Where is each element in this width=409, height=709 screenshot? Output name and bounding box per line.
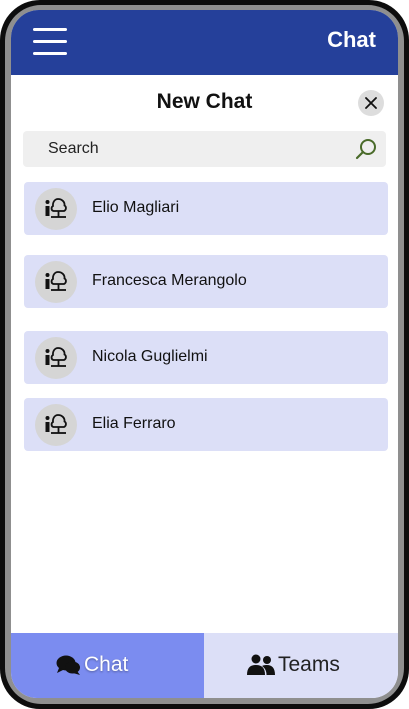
dialog-title: New Chat: [156, 90, 253, 113]
avatar: [35, 261, 77, 303]
contact-name: Elio Magliari: [92, 199, 180, 216]
close-icon: [365, 97, 377, 109]
person-tree-icon: [45, 414, 67, 434]
hamburger-menu-icon[interactable]: [33, 27, 67, 57]
close-button[interactable]: [358, 90, 384, 116]
person-tree-icon: [45, 271, 67, 291]
search-icon[interactable]: [354, 137, 378, 161]
contact-row[interactable]: Francesca Merangolo: [24, 255, 388, 308]
avatar: [35, 188, 77, 230]
contact-name: Francesca Merangolo: [92, 272, 247, 289]
search-input[interactable]: [23, 131, 343, 167]
app-header: Chat: [11, 10, 398, 75]
contact-row[interactable]: Elia Ferraro: [24, 398, 388, 451]
tab-chat[interactable]: Chat: [11, 633, 204, 698]
tab-chat-label: Chat: [84, 653, 129, 676]
avatar: [35, 337, 77, 379]
search-bar: [23, 131, 386, 167]
person-tree-icon: [45, 347, 67, 367]
contact-name: Nicola Guglielmi: [92, 348, 208, 365]
avatar: [35, 404, 77, 446]
contact-row[interactable]: Nicola Guglielmi: [24, 331, 388, 384]
bottom-nav: Chat Teams: [11, 633, 398, 698]
people-icon: [247, 654, 275, 675]
app-screen: Chat New Chat Elio Magliari Francesca Mer…: [11, 10, 398, 698]
phone-frame: Chat New Chat Elio Magliari Francesca Mer…: [0, 0, 409, 709]
header-title: Chat: [327, 27, 376, 52]
chat-bubbles-icon: [56, 655, 80, 675]
contact-name: Elia Ferraro: [92, 415, 176, 432]
person-tree-icon: [45, 198, 67, 218]
contact-row[interactable]: Elio Magliari: [24, 182, 388, 235]
tab-teams-label: Teams: [278, 653, 340, 676]
tab-teams[interactable]: Teams: [204, 633, 398, 698]
